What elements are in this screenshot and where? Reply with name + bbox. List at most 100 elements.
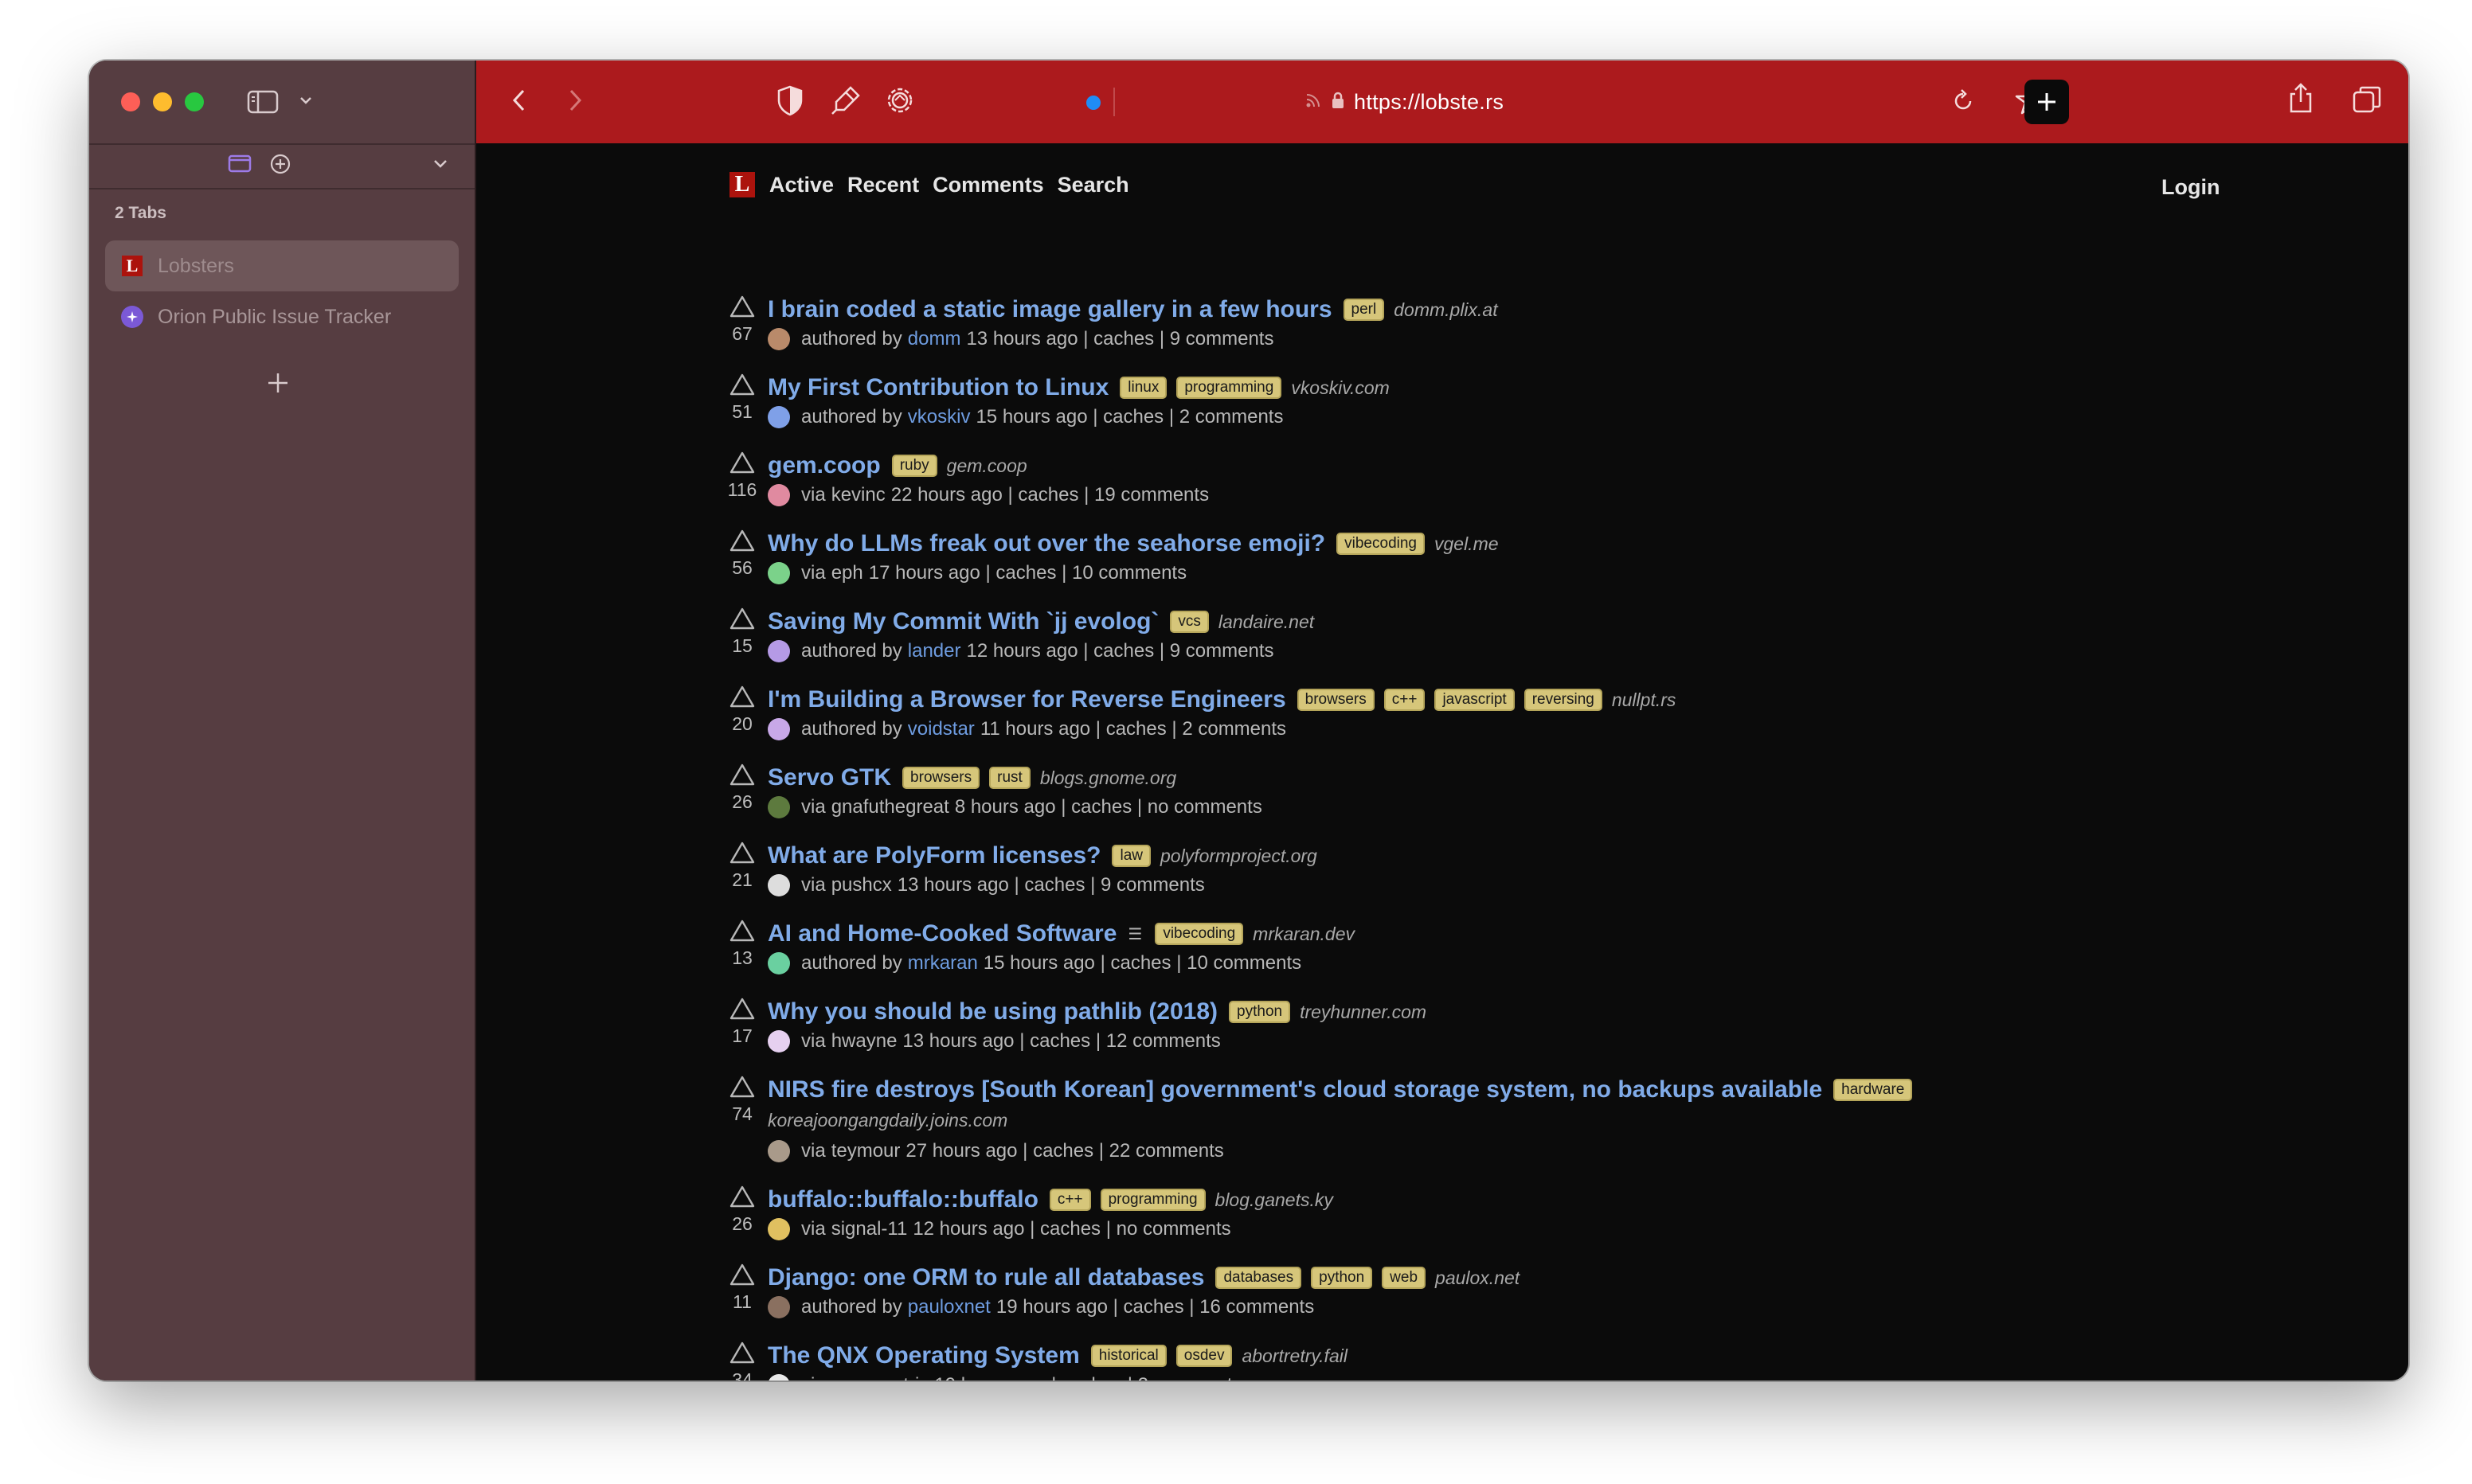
close-window-button[interactable] [121,92,140,111]
story-domain[interactable]: blog.ganets.ky [1215,1189,1333,1211]
story-title-link[interactable]: Servo GTK [768,764,891,791]
story-title-link[interactable]: AI and Home-Cooked Software [768,920,1117,947]
story-user-link[interactable]: domm [908,328,961,350]
story-domain[interactable]: vgel.me [1434,533,1499,555]
story-meta[interactable]: 12 hours ago | caches | no comments [913,1218,1230,1240]
rss-icon[interactable] [1304,92,1322,113]
story-tag[interactable]: javascript [1434,689,1515,711]
upvote-button[interactable]: 56 [725,529,760,579]
share-icon[interactable] [2287,81,2314,119]
avatar[interactable] [768,1218,790,1240]
story-meta[interactable]: 19 hours ago | caches | 16 comments [996,1296,1314,1318]
upvote-button[interactable]: 51 [725,373,760,423]
story-tag[interactable]: programming [1100,1189,1206,1211]
story-title-link[interactable]: Why do LLMs freak out over the seahorse … [768,530,1325,557]
plus-icon[interactable] [266,371,290,399]
sidebar-toggle-icon[interactable] [247,89,279,119]
nav-link-active[interactable]: Active [769,173,834,197]
story-user-link[interactable]: hwayne [831,1030,898,1052]
avatar[interactable] [768,1030,790,1052]
story-tag[interactable]: databases [1215,1267,1302,1289]
story-user-link[interactable]: gnafuthegreat [831,796,949,818]
address-bar[interactable]: https://lobste.rs [1304,88,1504,116]
story-tag[interactable]: law [1112,845,1151,867]
upvote-button[interactable]: 116 [725,451,760,501]
nav-link-recent[interactable]: Recent [847,173,919,197]
story-tag[interactable]: historical [1090,1345,1167,1367]
story-tag[interactable]: vibecoding [1336,533,1425,555]
lobsters-logo[interactable]: L [729,172,755,197]
story-meta[interactable]: 12 hours ago | caches | 9 comments [966,640,1273,662]
tab-group-icon[interactable] [228,153,252,178]
avatar[interactable] [768,874,790,896]
story-tag[interactable]: hardware [1833,1079,1913,1101]
minimize-window-button[interactable] [153,92,172,111]
story-title-link[interactable]: My First Contribution to Linux [768,374,1109,401]
avatar[interactable] [768,484,790,506]
story-user-link[interactable]: eph [831,562,863,584]
story-user-link[interactable]: signal-11 [831,1218,908,1240]
story-tag[interactable]: browsers [1297,689,1375,711]
story-user-link[interactable]: pushcx [831,874,892,896]
nav-link-comments[interactable]: Comments [933,173,1044,197]
pen-tool-icon[interactable] [830,84,862,120]
upvote-button[interactable]: 74 [725,1075,760,1125]
add-tab-group-icon[interactable] [269,153,291,179]
story-title-link[interactable]: I'm Building a Browser for Reverse Engin… [768,686,1286,713]
story-user-link[interactable]: kevinc [831,484,886,506]
story-domain[interactable]: paulox.net [1435,1267,1520,1289]
story-meta[interactable]: 11 hours ago | caches | 2 comments [980,718,1286,740]
story-domain[interactable]: koreajoongangdaily.joins.com [768,1110,1007,1131]
avatar[interactable] [768,1374,790,1381]
story-user-link[interactable]: voidstar [908,718,975,740]
story-user-link[interactable]: mrkaran [908,952,978,974]
story-meta[interactable]: 19 hours ago | caches | 2 comments [934,1374,1242,1381]
story-domain[interactable]: vkoskiv.com [1291,377,1390,399]
story-meta[interactable]: 27 hours ago | caches | 22 comments [905,1140,1223,1162]
story-meta[interactable]: 22 hours ago | caches | 19 comments [891,484,1209,506]
avatar[interactable] [768,1296,790,1318]
story-meta[interactable]: 13 hours ago | caches | 12 comments [902,1030,1220,1052]
story-user-link[interactable]: pauloxnet [908,1296,991,1318]
upvote-button[interactable]: 34 [725,1341,760,1381]
reload-icon[interactable] [1950,88,1977,119]
sidebar-tab-lobsters[interactable]: L Lobsters [105,240,459,291]
story-user-link[interactable]: vkoskiv [908,406,971,428]
upvote-button[interactable]: 17 [725,997,760,1047]
story-title-link[interactable]: What are PolyForm licenses? [768,842,1101,869]
zoom-window-button[interactable] [185,92,204,111]
nav-link-search[interactable]: Search [1058,173,1129,197]
story-title-link[interactable]: I brain coded a static image gallery in … [768,296,1332,323]
story-tag[interactable]: rust [989,767,1031,789]
story-domain[interactable]: nullpt.rs [1612,689,1676,711]
story-tag[interactable]: python [1229,1001,1291,1023]
avatar[interactable] [768,562,790,584]
story-user-link[interactable]: lander [908,640,961,662]
avatar[interactable] [768,1140,790,1162]
story-tag[interactable]: browsers [902,767,980,789]
back-icon[interactable] [510,86,529,119]
story-user-link[interactable]: teymour [831,1140,901,1162]
story-tag[interactable]: programming [1176,377,1282,399]
story-domain[interactable]: gem.coop [947,455,1027,477]
avatar[interactable] [768,718,790,740]
story-meta[interactable]: 15 hours ago | caches | 2 comments [976,406,1283,428]
story-tag[interactable]: python [1311,1267,1373,1289]
story-domain[interactable]: polyformproject.org [1160,845,1317,867]
url-text[interactable]: https://lobste.rs [1354,90,1504,115]
upvote-button[interactable]: 20 [725,685,760,735]
story-meta[interactable]: 15 hours ago | caches | 10 comments [984,952,1301,974]
chevron-down-icon[interactable] [298,92,314,112]
story-title-link[interactable]: Why you should be using pathlib (2018) [768,998,1218,1025]
sidebar-tab-orion-issue-tracker[interactable]: Orion Public Issue Tracker [105,291,459,342]
story-title-link[interactable]: buffalo::buffalo::buffalo [768,1186,1038,1213]
forward-icon[interactable] [565,86,585,119]
story-tag[interactable]: c++ [1383,689,1426,711]
story-title-link[interactable]: Saving My Commit With `jj evolog` [768,608,1159,635]
story-domain[interactable]: domm.plix.at [1394,299,1497,321]
story-domain[interactable]: mrkaran.dev [1253,924,1355,945]
story-user-link[interactable]: asymmetric [831,1374,929,1381]
story-tag[interactable]: c++ [1049,1189,1091,1211]
story-tag[interactable]: ruby [891,455,937,477]
story-domain[interactable]: abortretry.fail [1242,1345,1347,1367]
